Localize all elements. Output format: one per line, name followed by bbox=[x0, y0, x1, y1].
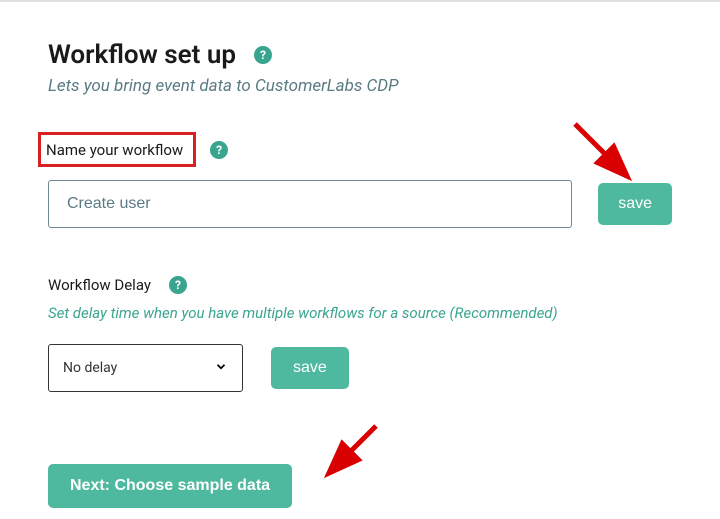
help-icon[interactable]: ? bbox=[169, 276, 187, 294]
save-delay-button[interactable]: save bbox=[271, 347, 349, 389]
delay-select-value: No delay bbox=[63, 360, 117, 376]
page-title: Workflow set up bbox=[48, 40, 236, 70]
delay-hint: Set delay time when you have multiple wo… bbox=[48, 304, 672, 322]
help-icon[interactable]: ? bbox=[254, 46, 272, 64]
next-button[interactable]: Next: Choose sample data bbox=[48, 464, 292, 508]
page-subtitle: Lets you bring event data to CustomerLab… bbox=[48, 76, 672, 96]
workflow-delay-label: Workflow Delay bbox=[48, 276, 151, 294]
save-name-button[interactable]: save bbox=[598, 183, 672, 225]
delay-select[interactable]: No delay bbox=[48, 344, 243, 392]
highlight-annotation: Name your workflow bbox=[38, 132, 196, 167]
workflow-name-input[interactable] bbox=[48, 180, 572, 228]
chevron-down-icon bbox=[214, 359, 228, 378]
name-workflow-label: Name your workflow bbox=[46, 141, 183, 159]
help-icon[interactable]: ? bbox=[210, 141, 228, 159]
